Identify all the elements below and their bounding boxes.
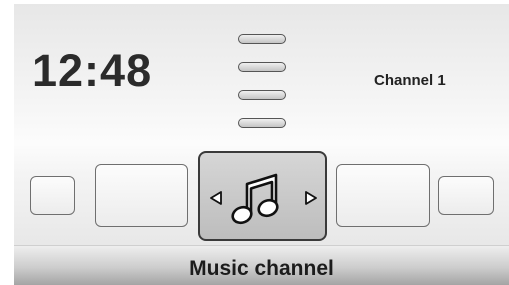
music-note-icon (231, 173, 279, 225)
bottom-bar: Music channel (14, 245, 509, 285)
screen: 12:48 Channel 1 Music channel (14, 4, 509, 285)
menu-line (238, 90, 286, 100)
menu-line (238, 118, 286, 128)
channel-label: Channel 1 (374, 72, 446, 89)
carousel-tile-left[interactable] (95, 164, 188, 227)
clock-time: 12:48 (32, 45, 153, 96)
triangle-right-icon[interactable] (304, 191, 318, 205)
triangle-left-icon[interactable] (209, 191, 223, 205)
menu-handle[interactable] (238, 34, 286, 132)
carousel-tile-far-left[interactable] (30, 176, 75, 215)
carousel-tile-far-right[interactable] (438, 176, 494, 215)
channel-type-label: Music channel (189, 257, 334, 280)
carousel-tile-selected[interactable] (198, 151, 327, 241)
menu-line (238, 62, 286, 72)
carousel-tile-right[interactable] (336, 164, 430, 227)
menu-line (238, 34, 286, 44)
